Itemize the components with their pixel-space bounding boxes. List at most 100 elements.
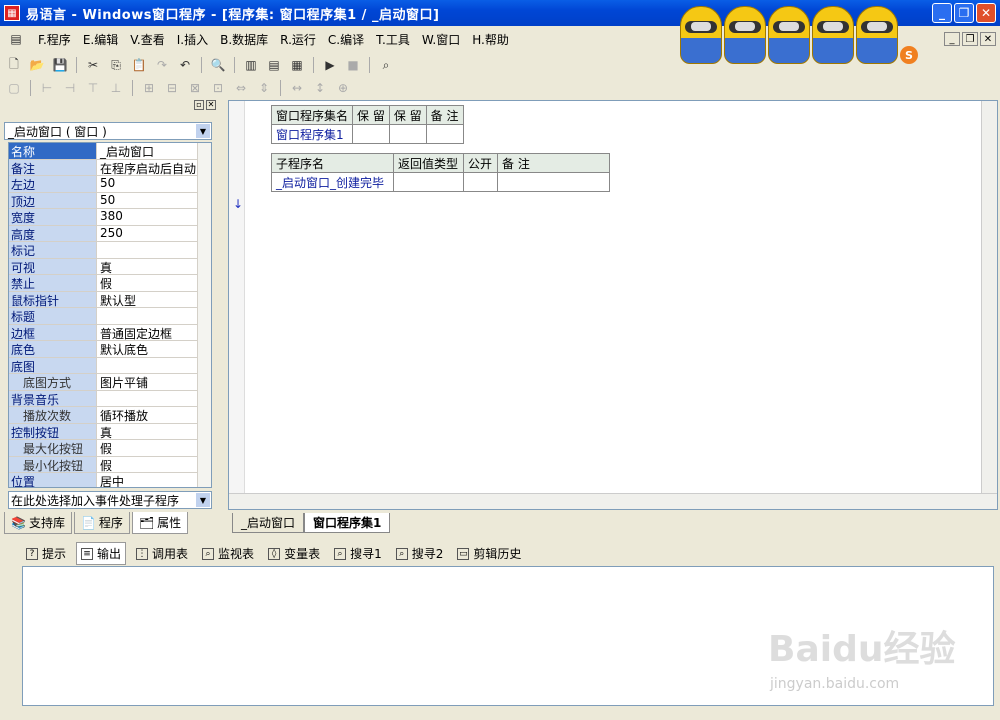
tab-watch[interactable]: ⌕ 监视表 [198, 543, 258, 564]
property-row[interactable]: 底色 默认底色 [9, 341, 211, 358]
redo-icon[interactable]: ↷ [152, 56, 172, 74]
undo-icon[interactable]: ↶ [175, 56, 195, 74]
property-row[interactable]: 禁止假 [9, 275, 211, 292]
property-value[interactable]: 默认底色 [97, 341, 211, 357]
paste-icon[interactable]: 📋 [129, 56, 149, 74]
property-value[interactable]: 250 [97, 226, 211, 242]
menu-insert[interactable]: I.插入 [177, 31, 208, 48]
run-icon[interactable]: ▶ [320, 56, 340, 74]
copy-icon[interactable]: ⎘ [106, 56, 126, 74]
property-row[interactable]: 最大化按钮假 [9, 440, 211, 457]
align-bottom-icon[interactable]: ⊟ [162, 79, 182, 97]
open-folder-icon[interactable]: 📂 [27, 56, 47, 74]
tab-support-library[interactable]: 📚 支持库 [4, 512, 72, 534]
layout-split-icon[interactable]: ▦ [287, 56, 307, 74]
property-row[interactable]: 鼠标指针 默认型 [9, 291, 211, 308]
menu-program[interactable]: F.程序 [38, 31, 71, 48]
find-icon[interactable]: 🔍 [208, 56, 228, 74]
property-value[interactable]: 50 [97, 176, 211, 192]
mdi-close-button[interactable]: ✕ [980, 32, 996, 46]
object-select[interactable]: _启动窗口 ( 窗口 ) ▼ [4, 122, 212, 140]
property-value[interactable]: 假 [97, 275, 211, 291]
restore-button[interactable]: ❐ [954, 3, 974, 23]
property-value[interactable]: 380 [97, 209, 211, 225]
property-row[interactable]: 宽度 380 [9, 209, 211, 226]
property-row[interactable]: 背景音乐 [9, 390, 211, 407]
center-form-icon[interactable]: ⊕ [333, 79, 353, 97]
property-row[interactable]: 标题 [9, 308, 211, 325]
align-center-icon[interactable]: ⊣ [60, 79, 80, 97]
mdi-minimize-button[interactable]: _ [944, 32, 960, 46]
tab-program[interactable]: 📄 程序 [73, 512, 130, 534]
property-value[interactable]: 居中 [97, 473, 211, 487]
align-grid-icon[interactable]: ▢ [4, 79, 24, 97]
property-row[interactable]: 播放次数 循环播放 [9, 407, 211, 424]
property-value[interactable]: 在程序启动后自动 [97, 160, 211, 176]
tab-variables[interactable]: ◊ 变量表 [264, 543, 324, 564]
align-top-icon[interactable]: ⊥ [106, 79, 126, 97]
property-value[interactable]: 普通固定边框 [97, 325, 211, 341]
property-value[interactable]: 真 [97, 424, 211, 440]
cut-icon[interactable]: ✂ [83, 56, 103, 74]
binoculars-icon[interactable]: ⌕ [376, 56, 396, 74]
property-row[interactable]: 边框 普通固定边框 [9, 324, 211, 341]
distribute-h-icon[interactable]: ⊠ [185, 79, 205, 97]
close-button[interactable]: ✕ [976, 3, 996, 23]
tab-call-stack[interactable]: ⋮ 调用表 [132, 543, 192, 564]
same-width-icon[interactable]: ⇔ [231, 79, 251, 97]
menu-run[interactable]: R.运行 [280, 31, 316, 48]
property-row[interactable]: 位置 居中 [9, 473, 211, 487]
tab-search2[interactable]: ⌕ 搜寻2 [392, 543, 448, 564]
property-row[interactable]: 左边 50 [9, 176, 211, 193]
property-value[interactable]: 图片平铺 [97, 374, 211, 390]
tab-startup-window[interactable]: _启动窗口 [232, 513, 305, 533]
property-value[interactable]: 默认型 [97, 292, 211, 308]
menu-help[interactable]: H.帮助 [472, 31, 509, 48]
menu-tools[interactable]: T.工具 [376, 31, 410, 48]
property-scrollbar[interactable] [197, 143, 211, 487]
property-value[interactable]: 假 [97, 440, 211, 456]
new-file-icon[interactable]: 🗋 [4, 56, 24, 74]
property-row[interactable]: 最小化按钮假 [9, 456, 211, 473]
tab-clipboard-history[interactable]: ▭ 剪辑历史 [453, 543, 525, 564]
menu-edit[interactable]: E.编辑 [83, 31, 118, 48]
property-row[interactable]: 可视真 [9, 258, 211, 275]
panel-pin-button[interactable]: ▫ [194, 100, 204, 110]
property-value[interactable]: 真 [97, 259, 211, 275]
align-right-icon[interactable]: ⊤ [83, 79, 103, 97]
minimize-button[interactable]: _ [932, 3, 952, 23]
menu-database[interactable]: B.数据库 [220, 31, 268, 48]
menu-compile[interactable]: C.编译 [328, 31, 364, 48]
panel-close-button[interactable]: ✕ [206, 100, 216, 110]
tab-properties[interactable]: 🗂 属性 [131, 512, 189, 534]
space-v-icon[interactable]: ↕ [310, 79, 330, 97]
property-value[interactable]: _启动窗口 [97, 143, 211, 159]
property-value[interactable] [97, 391, 211, 407]
property-value[interactable] [97, 358, 211, 374]
property-row[interactable]: 标记 [9, 242, 211, 259]
editor-horizontal-scrollbar[interactable] [229, 493, 997, 509]
property-value[interactable] [97, 242, 211, 258]
layout-left-icon[interactable]: ▥ [241, 56, 261, 74]
code-editor[interactable]: ↓ 窗口程序集名 保 留 保 留 备 注 窗口程序集1 子程序名 返回值类型 公… [228, 100, 998, 510]
property-row[interactable]: 备注 在程序启动后自动 [9, 159, 211, 176]
same-height-icon[interactable]: ⇕ [254, 79, 274, 97]
space-h-icon[interactable]: ↔ [287, 79, 307, 97]
subroutine-name-cell[interactable]: _启动窗口_创建完毕 [271, 172, 394, 192]
property-value[interactable]: 循环播放 [97, 407, 211, 423]
property-row[interactable]: 高度 250 [9, 225, 211, 242]
tab-hint[interactable]: ? 提示 [22, 543, 70, 564]
property-row[interactable]: 名称 _启动窗口 [9, 143, 211, 160]
property-row[interactable]: 控制按钮真 [9, 423, 211, 440]
property-value[interactable] [97, 308, 211, 324]
property-row[interactable]: 底图 [9, 357, 211, 374]
event-select[interactable]: 在此处选择加入事件处理子程序 ▼ [8, 491, 212, 509]
mdi-restore-button[interactable]: ❐ [962, 32, 978, 46]
tab-search1[interactable]: ⌕ 搜寻1 [330, 543, 386, 564]
layout-top-icon[interactable]: ▤ [264, 56, 284, 74]
property-value[interactable]: 假 [97, 457, 211, 473]
property-row[interactable]: 顶边 50 [9, 192, 211, 209]
distribute-v-icon[interactable]: ⊡ [208, 79, 228, 97]
align-middle-icon[interactable]: ⊞ [139, 79, 159, 97]
menu-window[interactable]: W.窗口 [422, 31, 460, 48]
